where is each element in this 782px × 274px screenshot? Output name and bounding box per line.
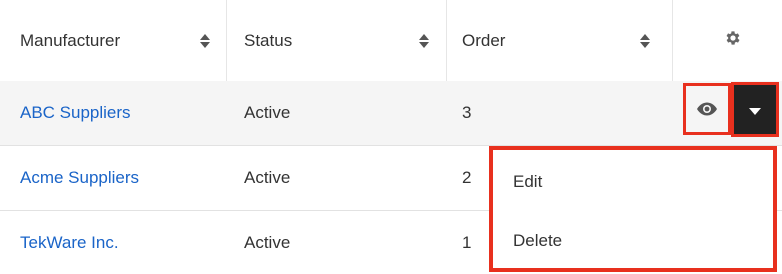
menu-item-edit[interactable]: Edit [493, 153, 773, 211]
column-header-order-label: Order [462, 30, 506, 50]
column-header-manufacturer-label: Manufacturer [20, 30, 121, 50]
status-cell: Active [244, 232, 291, 252]
menu-item-delete-label: Delete [513, 231, 563, 250]
status-cell: Active [244, 168, 291, 187]
table-header: Manufacturer Status Order [0, 0, 782, 82]
menu-item-delete[interactable]: Delete [493, 212, 773, 270]
status-cell: Active [244, 103, 291, 122]
menu-item-edit-label: Edit [513, 172, 543, 191]
order-cell: 3 [462, 103, 472, 122]
sort-icon[interactable] [199, 33, 211, 49]
order-cell: 1 [462, 232, 472, 252]
column-header-order[interactable]: Order [462, 0, 642, 81]
column-header-status[interactable]: Status [244, 0, 424, 81]
column-divider [226, 0, 227, 81]
row-actions-menu: Edit Delete [489, 146, 777, 272]
sort-icon[interactable] [418, 33, 430, 49]
manufacturer-link[interactable]: TekWare Inc. [20, 211, 119, 274]
sort-icon[interactable] [639, 33, 651, 49]
manufacturer-link[interactable]: ABC Suppliers [20, 81, 131, 145]
toggle-highlight [731, 82, 779, 137]
column-divider [672, 0, 673, 81]
manufacturers-table: Manufacturer Status Order ABC Suppliers … [0, 0, 782, 274]
manufacturer-link[interactable]: Acme Suppliers [20, 146, 139, 210]
column-header-status-label: Status [244, 30, 293, 50]
preview-highlight [683, 83, 731, 135]
column-divider [446, 0, 447, 81]
column-header-manufacturer[interactable]: Manufacturer [20, 0, 220, 81]
order-cell: 2 [462, 168, 472, 187]
table-row: ABC Suppliers Active 3 [0, 81, 782, 146]
gear-icon[interactable] [724, 29, 742, 47]
